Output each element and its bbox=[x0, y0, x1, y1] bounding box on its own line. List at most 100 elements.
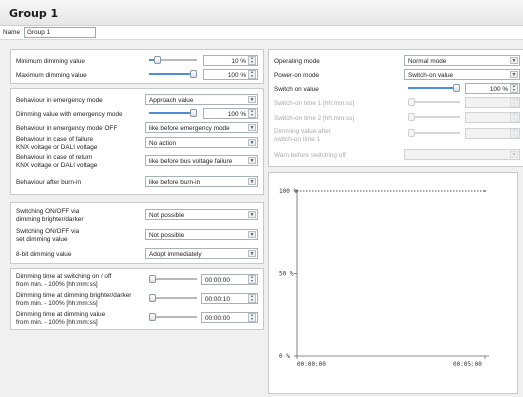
chevron-down-icon[interactable]: ▼ bbox=[510, 151, 518, 158]
max-dimming-label: Maximum dimming value bbox=[16, 72, 87, 79]
behaviour-emergency-value: Approach value bbox=[149, 96, 194, 104]
eight-bit-label: 8-bit dimming value bbox=[16, 251, 72, 258]
return-label: Behaviour in case of return KNX voltage … bbox=[16, 154, 97, 169]
chevron-down-icon[interactable]: ▼ bbox=[248, 157, 256, 164]
dimming-emergency-value: 100 % bbox=[227, 110, 246, 118]
power-on-mode-label: Power-on mode bbox=[274, 72, 320, 79]
chevron-down-icon[interactable]: ▼ bbox=[510, 57, 518, 64]
name-input[interactable]: Group 1 bbox=[24, 27, 96, 38]
onoff-dimming-select[interactable]: Not possible ▼ bbox=[145, 209, 258, 220]
min-dimming-value: 10 % bbox=[231, 57, 246, 65]
chevron-down-icon[interactable]: ▼ bbox=[248, 124, 256, 131]
burn-in-select[interactable]: like before burn-in ▼ bbox=[145, 176, 258, 187]
chevron-down-icon[interactable]: ▼ bbox=[510, 71, 518, 78]
dimming-after-label-line2: switch-on time 1 bbox=[274, 135, 321, 143]
chevron-down-icon[interactable]: ▼ bbox=[248, 96, 256, 103]
chevron-down-icon[interactable]: ▼ bbox=[248, 211, 256, 218]
warn-select[interactable]: ▼ bbox=[404, 149, 520, 160]
time-brighter-slider[interactable] bbox=[149, 293, 197, 303]
dimming-curve-chart: 100 % 50 % 0 % 00:00:00 00:05:00 bbox=[279, 188, 489, 368]
behaviour-emergency-label: Behaviour in emergency mode bbox=[16, 97, 103, 104]
max-dimming-spinner[interactable]: 100 % ▲ ▼ bbox=[203, 69, 258, 80]
onoff-set-select[interactable]: Not possible ▼ bbox=[145, 229, 258, 240]
failure-value: No action bbox=[149, 139, 176, 147]
dimming-emergency-slider[interactable] bbox=[149, 108, 197, 118]
operating-mode-select[interactable]: Normal mode ▼ bbox=[404, 55, 520, 66]
switch-on-value-spinner[interactable]: 100 % ▲ ▼ bbox=[465, 83, 520, 94]
data-point bbox=[484, 190, 486, 192]
time-value-value: 00:00:00 bbox=[205, 314, 230, 322]
onoff-set-label-line2: set dimming value bbox=[16, 235, 68, 243]
window-titlebar: Group 1 bbox=[0, 0, 523, 26]
switch-on-time1-slider[interactable] bbox=[408, 97, 460, 107]
time-onoff-slider[interactable] bbox=[149, 274, 197, 284]
min-dimming-slider[interactable] bbox=[149, 55, 197, 65]
onoff-dimming-label-line2: dimming brighter/darker bbox=[16, 215, 84, 223]
dimming-emergency-label: Dimming value with emergency mode bbox=[16, 111, 123, 118]
spinner-arrows-icon[interactable]: ▲ ▼ bbox=[248, 294, 256, 303]
onoff-set-label-line1: Switching ON/OFF via bbox=[16, 228, 80, 235]
slider-knob[interactable] bbox=[149, 275, 156, 283]
time-brighter-label-line2: from min. - 100% [hh:mm:ss] bbox=[16, 299, 98, 307]
panel-dimming-times: Dimming time at switching on / off from … bbox=[10, 268, 264, 330]
return-select[interactable]: like before bus voltage failure ▼ bbox=[145, 155, 258, 166]
x-tick-label: 00:05:00 bbox=[453, 361, 482, 368]
time-value-label: Dimming time at dimming value from min. … bbox=[16, 311, 105, 326]
spinner-arrows-icon[interactable]: ▲ ▼ bbox=[248, 313, 256, 322]
panel-emergency: Behaviour in emergency mode Approach val… bbox=[10, 88, 264, 195]
dimming-after-slider[interactable] bbox=[408, 128, 460, 138]
spinner-arrows-icon[interactable]: ▲ ▼ bbox=[248, 56, 256, 65]
slider-knob[interactable] bbox=[190, 70, 197, 78]
behaviour-emergency-select[interactable]: Approach value ▼ bbox=[145, 94, 258, 105]
behaviour-emergency-off-select[interactable]: like before emergency mode ▼ bbox=[145, 122, 258, 133]
switch-on-time1-spinner[interactable]: ▲ ▼ bbox=[465, 97, 520, 108]
chevron-down-icon[interactable]: ▼ bbox=[248, 178, 256, 185]
slider-knob[interactable] bbox=[408, 129, 415, 137]
time-brighter-spinner[interactable]: 00:00:10 ▲ ▼ bbox=[201, 293, 258, 304]
switch-on-time2-spinner[interactable]: ▲ ▼ bbox=[465, 112, 520, 123]
eight-bit-select[interactable]: Adopt immediately ▼ bbox=[145, 248, 258, 259]
failure-label: Behaviour in case of failure KNX voltage… bbox=[16, 136, 97, 151]
min-dimming-spinner[interactable]: 10 % ▲ ▼ bbox=[203, 55, 258, 66]
x-tick-label: 00:00:00 bbox=[297, 361, 326, 368]
dimming-after-spinner[interactable]: ▲ ▼ bbox=[465, 128, 520, 139]
warn-label: Warn before switching off bbox=[274, 152, 346, 159]
spinner-arrows-icon[interactable]: ▲ ▼ bbox=[510, 98, 518, 107]
behaviour-emergency-off-label: Behaviour in emergency mode OFF bbox=[16, 125, 118, 132]
slider-knob[interactable] bbox=[408, 98, 415, 106]
time-value-spinner[interactable]: 00:00:00 ▲ ▼ bbox=[201, 312, 258, 323]
spinner-arrows-icon[interactable]: ▲ ▼ bbox=[248, 70, 256, 79]
spinner-arrows-icon[interactable]: ▲ ▼ bbox=[510, 113, 518, 122]
slider-knob[interactable] bbox=[154, 56, 161, 64]
failure-label-line2: KNX voltage or DALI voltage bbox=[16, 143, 98, 151]
power-on-mode-select[interactable]: Switch-on value ▼ bbox=[404, 69, 520, 80]
spinner-arrows-icon[interactable]: ▲ ▼ bbox=[510, 129, 518, 138]
chevron-down-icon[interactable]: ▼ bbox=[248, 139, 256, 146]
max-dimming-slider[interactable] bbox=[149, 69, 197, 79]
switch-on-time2-slider[interactable] bbox=[408, 112, 460, 122]
dimming-after-label: Dimming value after switch-on time 1 bbox=[274, 128, 331, 143]
failure-select[interactable]: No action ▼ bbox=[145, 137, 258, 148]
switch-on-time2-label: Switch-on time 2 [hh:mm:ss] bbox=[274, 115, 355, 122]
slider-knob[interactable] bbox=[149, 294, 156, 302]
switch-on-value-slider[interactable] bbox=[408, 83, 460, 93]
dimming-after-label-line1: Dimming value after bbox=[274, 128, 331, 135]
time-onoff-spinner[interactable]: 00:00:00 ▲ ▼ bbox=[201, 274, 258, 285]
slider-knob[interactable] bbox=[149, 313, 156, 321]
slider-knob[interactable] bbox=[408, 113, 415, 121]
failure-label-line1: Behaviour in case of failure bbox=[16, 136, 94, 143]
time-value-slider[interactable] bbox=[149, 312, 197, 322]
dimming-emergency-spinner[interactable]: 100 % ▲ ▼ bbox=[203, 108, 258, 119]
burn-in-value: like before burn-in bbox=[149, 178, 201, 186]
spinner-arrows-icon[interactable]: ▲ ▼ bbox=[510, 84, 518, 93]
chevron-down-icon[interactable]: ▼ bbox=[248, 231, 256, 238]
slider-knob[interactable] bbox=[453, 84, 460, 92]
panel-switching: Switching ON/OFF via dimming brighter/da… bbox=[10, 202, 264, 264]
spinner-arrows-icon[interactable]: ▲ ▼ bbox=[248, 275, 256, 284]
time-value-label-line2: from min. - 100% [hh:mm:ss] bbox=[16, 318, 98, 326]
chevron-down-icon[interactable]: ▼ bbox=[248, 250, 256, 257]
slider-knob[interactable] bbox=[190, 109, 197, 117]
onoff-set-label: Switching ON/OFF via set dimming value bbox=[16, 228, 79, 243]
window-title: Group 1 bbox=[9, 7, 59, 20]
spinner-arrows-icon[interactable]: ▲ ▼ bbox=[248, 109, 256, 118]
